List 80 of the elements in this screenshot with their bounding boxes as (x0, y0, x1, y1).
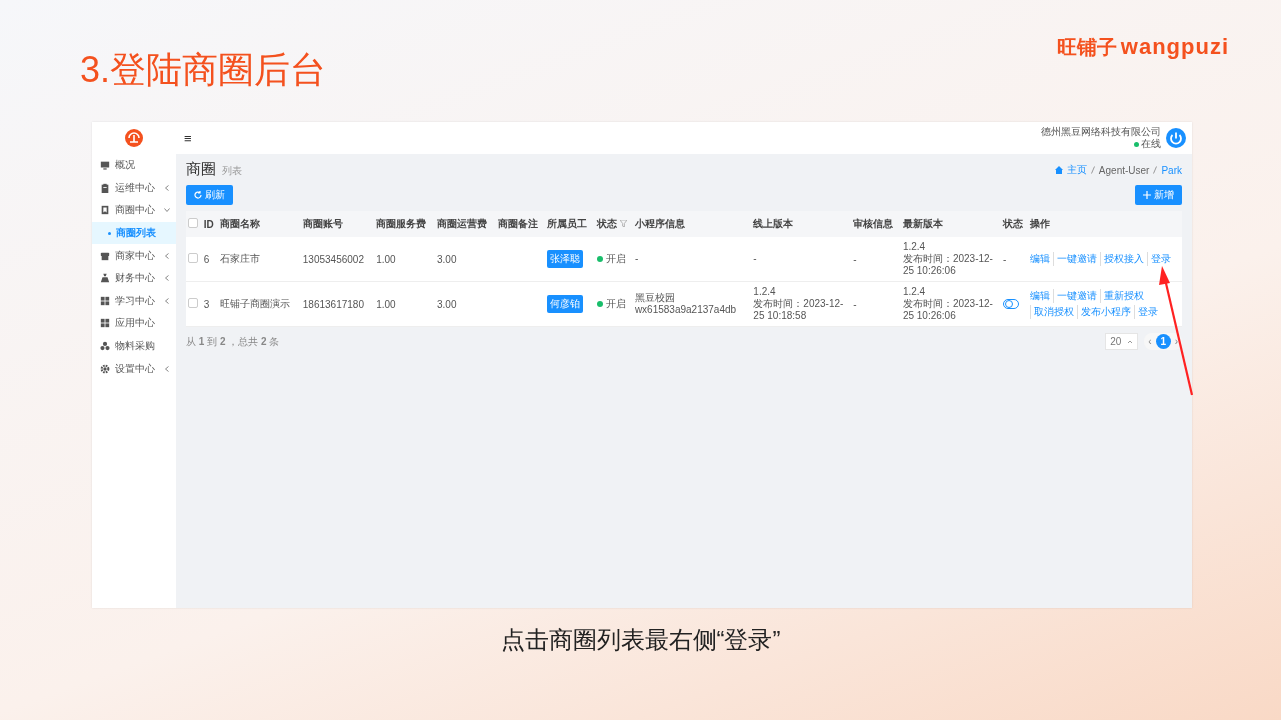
status-text: 开启 (605, 252, 626, 266)
add-button[interactable]: 新增 (1135, 185, 1182, 205)
company-name: 德州黑豆网络科技有限公司 (1041, 125, 1161, 138)
logo-text: 旺铺子 (1056, 35, 1117, 60)
sidebar-item[interactable]: 学习中心 (92, 289, 176, 313)
table-cell-text: 发布时间：2023-12-25 10:18:58 (753, 298, 845, 322)
table-cell-text: 1.2.4 (902, 286, 927, 298)
status-text: 开启 (605, 297, 626, 311)
column-header: 商圈备注 (497, 218, 538, 229)
table-cell: 3.00 (437, 253, 457, 265)
breadcrumb-link[interactable]: Agent-User (1098, 164, 1150, 176)
menu-icon[interactable]: ≡ (184, 130, 192, 146)
table-cell-text: wx61583a9a2137a4db (634, 304, 738, 316)
next-page-button[interactable]: › (1174, 336, 1178, 347)
table-cell: - (1002, 253, 1007, 265)
staff-tag: 何彦铂 (547, 295, 584, 313)
status-text: 在线 (1141, 138, 1161, 151)
refresh-button[interactable]: 刷新 (186, 185, 233, 205)
table-cell: 6 (203, 253, 210, 265)
sidebar-item[interactable]: 设置中心 (92, 357, 176, 380)
table-cell-text: 发布时间：2023-12-25 10:26:06 (902, 253, 994, 277)
column-header: 商圈名称 (219, 218, 260, 229)
pagination-summary: 从 1 到 2 ，总共 2 条 (186, 334, 280, 349)
table-cell: 旺铺子商圈演示 (219, 298, 290, 309)
logo-text: wangpuzi (1120, 34, 1229, 60)
action-link[interactable]: 一键邀请 (1053, 252, 1100, 266)
page-button[interactable]: 1 (1155, 334, 1171, 349)
column-header: 所属员工 (547, 218, 588, 229)
action-link[interactable]: 发布小程序 (1077, 305, 1134, 319)
table-cell-text: 黑豆校园 (634, 292, 676, 304)
sidebar-item[interactable]: 商圈列表 (92, 221, 176, 245)
column-header: 状态 (596, 218, 617, 229)
column-header: 审核信息 (853, 218, 894, 229)
table-cell: 1.00 (376, 298, 396, 310)
table-cell: - (853, 253, 857, 265)
action-link[interactable]: 授权接入 (1100, 252, 1147, 266)
sidebar-item[interactable]: 财务中心 (92, 266, 176, 290)
table-cell: 3.00 (437, 298, 457, 310)
action-link[interactable]: 登录 (1134, 305, 1161, 319)
breadcrumb-link[interactable]: Park (1161, 164, 1182, 176)
table-cell: 1.00 (376, 253, 396, 265)
column-header: 操作 (1030, 218, 1050, 229)
action-link[interactable]: 编辑 (1030, 252, 1053, 266)
column-header: ID (203, 218, 214, 230)
breadcrumb-link[interactable]: 主页 (1066, 163, 1087, 177)
sidebar-item[interactable]: 概况 (92, 154, 176, 177)
table-cell-text: 1.2.4 (753, 286, 777, 298)
column-header: 商圈服务费 (376, 218, 427, 229)
slide-caption: 点击商圈列表最右侧“登录” (500, 625, 781, 655)
table-cell-text: 发布时间：2023-12-25 10:26:06 (902, 298, 994, 322)
sidebar-item[interactable]: 商家中心 (92, 244, 176, 267)
table-cell: 石家庄市 (219, 253, 260, 264)
sidebar-item[interactable]: 商圈中心 (92, 199, 176, 222)
action-link[interactable]: 编辑 (1030, 289, 1053, 303)
action-link[interactable]: 重新授权 (1100, 289, 1147, 303)
table-cell-text: - (634, 253, 640, 265)
previous-page-button[interactable]: ‹ (1148, 336, 1152, 347)
column-header: 最新版本 (902, 218, 943, 229)
sidebar-item[interactable]: 运维中心 (92, 176, 176, 200)
table-cell-text: 1.2.4 (902, 241, 927, 253)
table-cell: 18613617180 (302, 298, 364, 310)
table-cell: 3 (203, 298, 210, 310)
page-title: 商圈 (186, 160, 216, 177)
column-header: 线上版本 (753, 218, 794, 229)
staff-tag: 张泽聪 (547, 250, 584, 268)
action-link[interactable]: 一键邀请 (1053, 289, 1100, 303)
column-header: 商圈运营费 (437, 218, 487, 229)
column-header: 状态 (1002, 218, 1023, 229)
page-size-select[interactable]: 20 (1105, 333, 1139, 350)
sidebar-item[interactable]: 物料采购 (92, 334, 176, 358)
column-header: 商圈账号 (302, 218, 343, 229)
table-cell: - (853, 298, 857, 310)
sidebar-item[interactable]: 应用中心 (92, 312, 176, 335)
action-link[interactable]: 登录 (1147, 252, 1174, 266)
slide-title: 3.登陆商圈后台 (80, 50, 327, 90)
column-header: 小程序信息 (634, 218, 685, 229)
table-cell-text: - (753, 253, 758, 265)
table-cell: 13053456002 (302, 253, 364, 265)
page-subtitle: 列表 (222, 165, 242, 176)
action-link[interactable]: 取消授权 (1030, 305, 1077, 319)
